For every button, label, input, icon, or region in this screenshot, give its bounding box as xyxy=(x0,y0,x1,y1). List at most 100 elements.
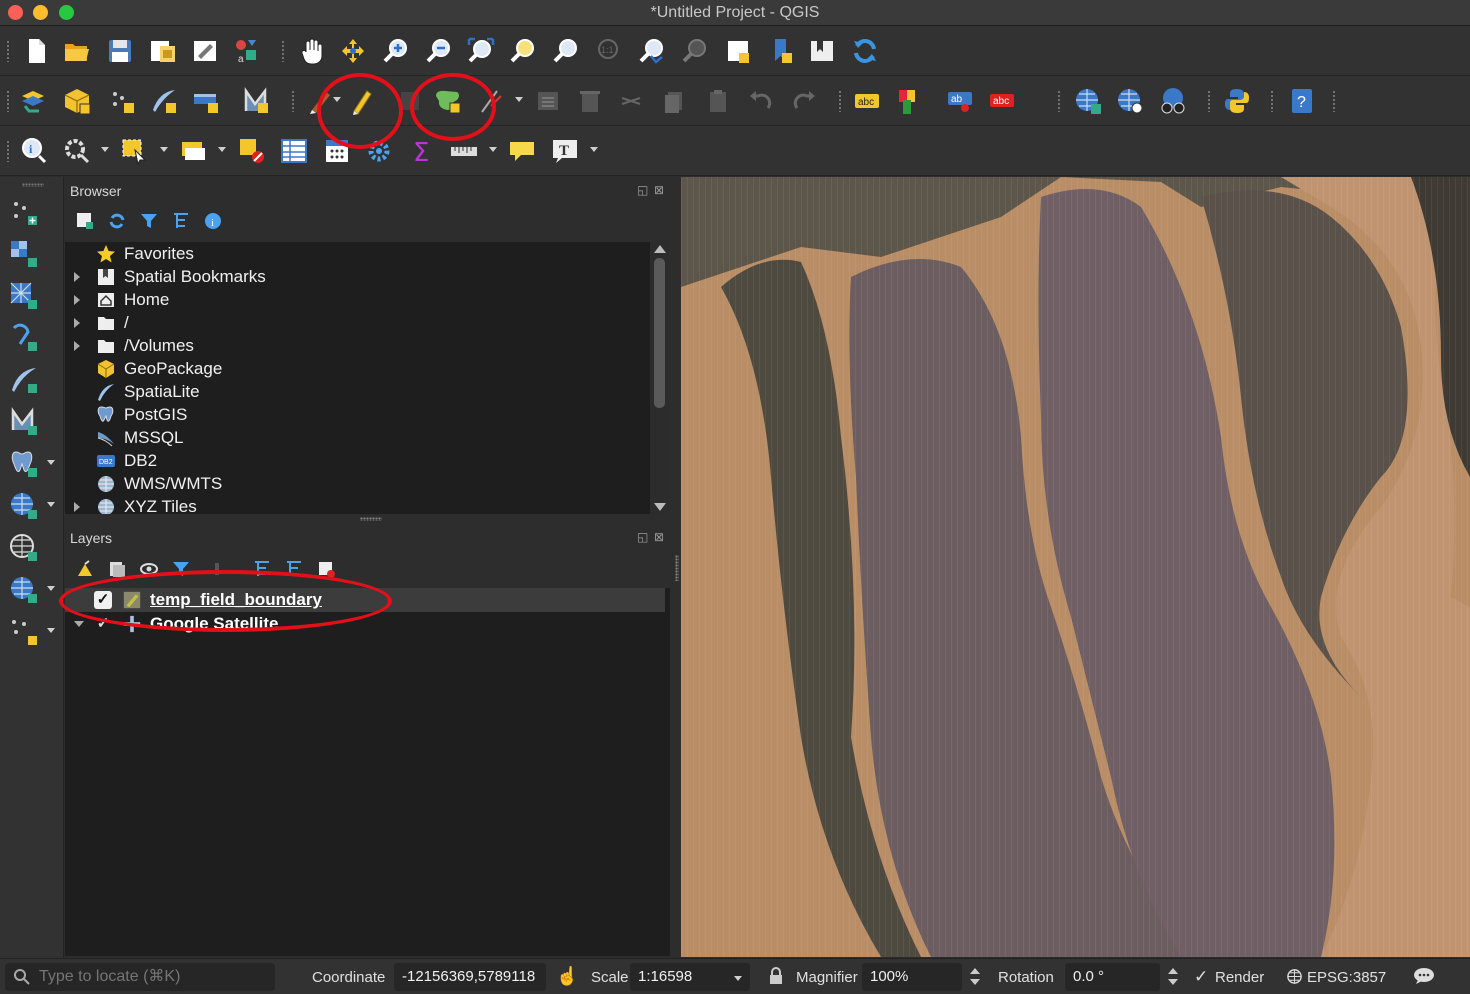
scroll-down-icon[interactable] xyxy=(654,503,666,511)
undo-icon[interactable] xyxy=(745,85,777,117)
lock-scale-icon[interactable] xyxy=(768,967,784,989)
browser-item-db2[interactable]: DB2 DB2 xyxy=(65,449,655,472)
measure-dropdown[interactable] xyxy=(489,147,497,152)
coordinate-field[interactable]: -12156369,5789118 xyxy=(394,963,546,991)
browser-item-spatialite[interactable]: SpatiaLite xyxy=(65,380,655,403)
field-calculator-icon[interactable] xyxy=(321,135,353,167)
render-checkbox[interactable]: ✓ xyxy=(1194,967,1208,987)
metasearch-icon[interactable] xyxy=(1157,85,1189,117)
label-toolbar-icon[interactable]: abc xyxy=(851,85,883,117)
style-manager-icon[interactable]: a xyxy=(231,35,263,67)
layer-row-temp-field-boundary[interactable]: ✓ temp_field_boundary xyxy=(65,588,665,612)
attribute-table-icon[interactable] xyxy=(278,135,310,167)
toolbar-grip[interactable] xyxy=(1270,90,1274,112)
browser-tree[interactable]: Favorites Spatial Bookmarks Home / /Volu… xyxy=(65,242,670,514)
new-geopackage-layer-icon[interactable] xyxy=(61,85,93,117)
rotation-field[interactable]: 0.0 ° xyxy=(1065,963,1160,991)
close-panel-icon[interactable]: ⊠ xyxy=(654,183,664,197)
toolbar-grip[interactable] xyxy=(281,40,285,62)
float-panel-icon[interactable]: ◱ xyxy=(637,530,648,544)
add-wcs-layer-icon[interactable] xyxy=(1114,85,1146,117)
toolbar-grip[interactable] xyxy=(6,140,10,162)
python-console-icon[interactable] xyxy=(1221,85,1253,117)
expand-arrow-icon[interactable] xyxy=(74,317,80,328)
save-as-icon[interactable] xyxy=(147,35,179,67)
zoom-native-icon[interactable]: 1:1 xyxy=(592,35,624,67)
magnifier-spinner-icon[interactable] xyxy=(968,964,982,990)
open-attribute-table-icon[interactable] xyxy=(177,135,209,167)
add-wms-layer-icon[interactable] xyxy=(1072,85,1104,117)
diagram-icon[interactable] xyxy=(892,85,924,117)
new-project-icon[interactable] xyxy=(20,35,52,67)
new-spatialite-layer-icon[interactable] xyxy=(148,85,180,117)
scale-dropdown[interactable] xyxy=(734,976,742,981)
toolbar-grip[interactable] xyxy=(22,183,44,187)
measure-line-icon[interactable] xyxy=(448,135,480,167)
save-edits-icon[interactable] xyxy=(394,85,426,117)
delete-selected-icon[interactable] xyxy=(574,85,606,117)
toolbar-grip[interactable] xyxy=(1057,90,1061,112)
browser-item-favorites[interactable]: Favorites xyxy=(65,242,655,265)
layer-row-google-satellite[interactable]: ✓ Google Satellite xyxy=(65,612,665,636)
show-bookmarks-icon[interactable] xyxy=(806,35,838,67)
highlight-labels-icon[interactable]: abc xyxy=(986,85,1018,117)
print-layout-icon[interactable] xyxy=(189,35,221,67)
scrollbar-thumb[interactable] xyxy=(654,258,665,408)
expand-arrow-icon[interactable] xyxy=(74,501,80,512)
expand-arrow-icon[interactable] xyxy=(74,271,80,282)
layer-visibility-checkbox[interactable]: ✓ xyxy=(94,615,112,633)
select-features-dropdown[interactable] xyxy=(101,147,109,152)
scroll-up-icon[interactable] xyxy=(654,245,666,253)
add-virtual-layer-icon[interactable] xyxy=(6,405,42,439)
zoom-to-selection-icon[interactable] xyxy=(507,35,539,67)
layer-visibility-checkbox[interactable]: ✓ xyxy=(94,591,112,609)
save-project-icon[interactable] xyxy=(104,35,136,67)
zoom-last-icon[interactable] xyxy=(636,35,668,67)
select-by-area-dropdown[interactable] xyxy=(160,147,168,152)
pin-labels-icon[interactable]: ab xyxy=(944,85,976,117)
processing-toolbox-icon[interactable] xyxy=(363,135,395,167)
crs-status[interactable]: EPSG:3857 xyxy=(1307,969,1386,986)
add-spatialite-layer-icon[interactable] xyxy=(6,363,42,397)
filter-by-expression-icon[interactable] xyxy=(205,557,229,581)
layers-tree[interactable]: ✓ temp_field_boundary ✓ Google Satellite xyxy=(65,588,670,956)
copy-features-icon[interactable] xyxy=(659,85,691,117)
vertex-tool-icon[interactable] xyxy=(476,85,508,117)
cut-features-icon[interactable] xyxy=(615,85,647,117)
refresh-browser-icon[interactable] xyxy=(105,209,129,233)
new-bookmark-icon[interactable] xyxy=(765,35,797,67)
toggle-extents-icon[interactable]: ☝ xyxy=(556,966,578,987)
locator-bar[interactable] xyxy=(5,963,275,991)
new-virtual-layer-icon[interactable] xyxy=(190,85,222,117)
text-annotation-icon[interactable]: T xyxy=(549,135,581,167)
crs-globe-icon[interactable] xyxy=(1286,968,1303,989)
toolbar-grip[interactable] xyxy=(1207,90,1211,112)
filter-legend-icon[interactable] xyxy=(169,557,193,581)
browser-item-postgis[interactable]: PostGIS xyxy=(65,403,655,426)
refresh-icon[interactable] xyxy=(849,35,881,67)
properties-icon[interactable]: i xyxy=(201,209,225,233)
pan-to-selection-icon[interactable] xyxy=(337,35,369,67)
add-mesh-layer-icon[interactable] xyxy=(6,279,42,313)
open-project-icon[interactable] xyxy=(61,35,93,67)
browser-item-root[interactable]: / xyxy=(65,311,655,334)
browser-item-xyz-tiles[interactable]: XYZ Tiles xyxy=(65,495,655,514)
toolbar-grip[interactable] xyxy=(838,90,842,112)
identify-icon[interactable]: i xyxy=(18,135,50,167)
filter-browser-icon[interactable] xyxy=(137,209,161,233)
zoom-full-icon[interactable] xyxy=(465,35,497,67)
locator-input[interactable] xyxy=(39,965,269,989)
modify-attributes-icon[interactable] xyxy=(533,85,565,117)
map-canvas[interactable] xyxy=(681,177,1470,957)
browser-scrollbar[interactable] xyxy=(650,242,670,514)
rotation-spinner-icon[interactable] xyxy=(1166,964,1180,990)
deselect-all-icon[interactable] xyxy=(236,135,268,167)
layers-resize-handle[interactable] xyxy=(675,555,679,581)
style-layer-icon[interactable] xyxy=(73,557,97,581)
postgis-dropdown[interactable] xyxy=(47,460,55,465)
toggle-editing-icon[interactable] xyxy=(346,85,378,117)
collapse-all-icon[interactable] xyxy=(169,209,193,233)
add-xyz-icon[interactable] xyxy=(6,573,42,607)
browser-item-volumes[interactable]: /Volumes xyxy=(65,334,655,357)
select-features-icon[interactable] xyxy=(61,135,93,167)
